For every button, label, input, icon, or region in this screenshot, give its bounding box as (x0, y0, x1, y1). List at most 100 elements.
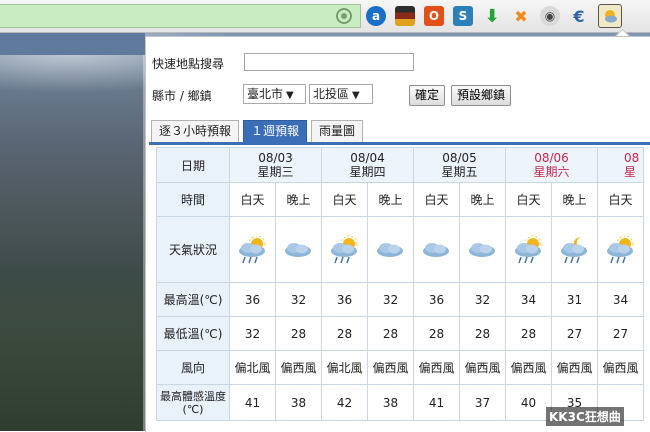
date-cell: 08/05 星期五 (413, 147, 506, 183)
time-night-cell: 晚上 (367, 182, 414, 217)
wind-cell: 偏北風 (321, 350, 368, 385)
feels-cell: 42 (321, 384, 368, 421)
forecast-table: 日期 08/03 星期三 08/04 星期四 08/05 星期五 08/06 星期六 0… (156, 147, 644, 421)
date-value: 08/05 (442, 151, 477, 165)
tab-underline (149, 142, 650, 145)
date-value: 08/04 (350, 151, 385, 165)
weather-cell (413, 216, 460, 283)
date-cell: 08/03 星期三 (229, 147, 322, 183)
search-label: 快速地點搜尋 (152, 57, 225, 71)
min-cell: 28 (459, 316, 506, 351)
rain-sun-icon (330, 235, 357, 263)
sparkle-icon[interactable]: ✖ (511, 6, 531, 26)
min-cell: 28 (275, 316, 322, 351)
rain-sun-icon (514, 235, 541, 263)
weather-icon[interactable] (598, 4, 622, 28)
district-label: 縣市 / 鄉鎮 (152, 89, 212, 103)
weekday-value: 星期五 (441, 165, 478, 179)
s-icon[interactable]: S (453, 6, 473, 26)
city-select[interactable]: 臺北市 ▼ (243, 84, 306, 104)
wind-cell: 偏西風 (597, 350, 644, 385)
city-select-value: 臺北市 (247, 87, 284, 101)
time-day-cell: 白天 (413, 182, 460, 217)
wind-cell: 偏西風 (367, 350, 414, 385)
row-label-feels-temp: 最高體感溫度(℃) (156, 384, 230, 421)
wind-cell: 偏西風 (459, 350, 506, 385)
min-cell: 28 (367, 316, 414, 351)
min-cell: 28 (413, 316, 460, 351)
min-cell: 27 (597, 316, 644, 351)
time-day-cell: 白天 (229, 182, 276, 217)
max-cell: 34 (597, 282, 644, 317)
row-label-min-temp: 最低溫(℃) (156, 316, 230, 351)
weather-cell (459, 216, 506, 283)
row-label-time: 時間 (156, 182, 230, 217)
tab-rainfall-map[interactable]: 雨量圖 (311, 120, 364, 142)
weather-cell (229, 216, 276, 283)
date-cell: 08 星 (597, 147, 644, 183)
time-day-cell: 白天 (321, 182, 368, 217)
tab-weekly-forecast[interactable]: １週預報 (243, 120, 308, 142)
feels-cell: 41 (413, 384, 460, 421)
tab-bar: 逐３小時預報 １週預報 雨量圖 (151, 120, 364, 142)
date-value: 08 (624, 151, 640, 165)
confirm-button[interactable]: 確定 (409, 85, 446, 106)
time-night-cell: 晚上 (459, 182, 506, 217)
max-cell: 32 (275, 282, 322, 317)
default-district-button[interactable]: 預設鄉鎮 (451, 85, 512, 106)
tab-3hour-forecast[interactable]: 逐３小時預報 (151, 120, 240, 142)
max-cell: 36 (321, 282, 368, 317)
rain-sun-icon (606, 235, 633, 263)
max-cell: 32 (367, 282, 414, 317)
rain-moon-icon (560, 236, 587, 263)
max-cell: 34 (505, 282, 552, 317)
cloud-icon (422, 242, 449, 257)
max-cell: 36 (413, 282, 460, 317)
district-select[interactable]: 北投區 ▼ (309, 84, 373, 104)
date-cell: 08/06 星期六 (505, 147, 598, 183)
row-label-date: 日期 (156, 147, 230, 183)
wind-cell: 偏西風 (275, 350, 322, 385)
date-cell: 08/04 星期四 (321, 147, 414, 183)
forecast-grid: 日期 08/03 星期三 08/04 星期四 08/05 星期五 08/06 星期六 0… (156, 147, 650, 432)
min-cell: 28 (505, 316, 552, 351)
office-icon[interactable]: O (424, 6, 444, 26)
weekday-value: 星期六 (533, 165, 570, 179)
weather-cell (321, 216, 368, 283)
time-night-cell: 晚上 (275, 182, 322, 217)
browser-toolbar: a O S ⬇ ✖ ◉ € (0, 0, 650, 33)
date-value: 08/03 (258, 151, 293, 165)
weather-cell (597, 216, 644, 283)
owl-icon[interactable]: ◉ (540, 6, 560, 26)
wind-cell: 偏西風 (505, 350, 552, 385)
euro-icon[interactable]: € (569, 6, 589, 26)
row-label-wind: 風向 (156, 350, 230, 385)
feels-cell: 38 (367, 384, 414, 421)
weather-cell (275, 216, 322, 283)
chevron-down-icon: ▼ (352, 90, 360, 101)
weather-cell (505, 216, 552, 283)
feels-cell: 40 (505, 384, 552, 421)
location-target-icon[interactable] (336, 8, 352, 24)
search-input[interactable] (244, 53, 414, 71)
address-bar[interactable] (0, 4, 361, 28)
weekday-value: 星 (624, 165, 637, 179)
cloud-icon (284, 242, 311, 257)
time-day-cell: 白天 (505, 182, 552, 217)
background-strip (0, 33, 145, 55)
date-value: 08/06 (534, 151, 569, 165)
download-arrow-icon[interactable]: ⬇ (482, 6, 502, 27)
ad-icon[interactable]: a (366, 6, 386, 26)
keyboard-icon[interactable] (395, 6, 415, 26)
max-cell: 36 (229, 282, 276, 317)
chevron-down-icon: ▼ (286, 90, 294, 101)
district-select-value: 北投區 (313, 87, 350, 101)
feels-cell: 41 (229, 384, 276, 421)
wind-cell: 偏西風 (551, 350, 598, 385)
weather-popup: 快速地點搜尋 縣市 / 鄉鎮 臺北市 ▼ 北投區 ▼ 確定 預設鄉鎮 逐３小時預報 … (145, 36, 650, 432)
weekday-value: 星期三 (257, 165, 294, 179)
max-cell: 32 (459, 282, 506, 317)
min-cell: 32 (229, 316, 276, 351)
rain-sun-icon (238, 235, 265, 263)
max-cell: 31 (551, 282, 598, 317)
